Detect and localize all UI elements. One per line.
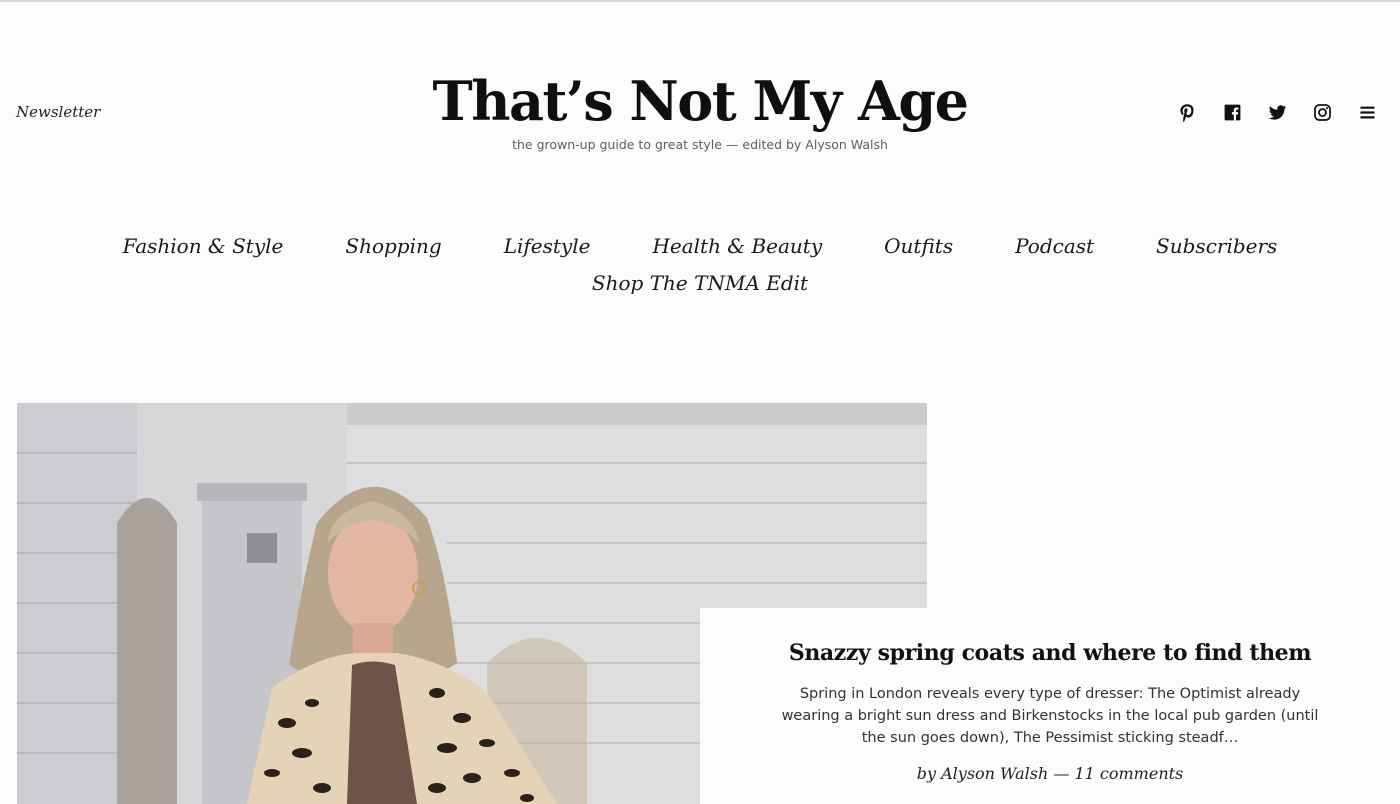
facebook-icon[interactable]	[1220, 100, 1244, 124]
site-tagline: the grown-up guide to great style — edit…	[512, 137, 888, 152]
nav-item-shopping[interactable]: Shopping	[345, 228, 441, 264]
nav-item-lifestyle[interactable]: Lifestyle	[504, 228, 591, 264]
social-links	[1175, 100, 1379, 124]
twitter-icon[interactable]	[1265, 100, 1289, 124]
menu-icon[interactable]	[1355, 100, 1379, 124]
page: Newsletter That’s Not My Age the grown-u…	[0, 0, 1400, 804]
nav-item-outfits[interactable]: Outfits	[884, 228, 953, 264]
nav-item-subscribers[interactable]: Subscribers	[1156, 228, 1277, 264]
nav-item-health-beauty[interactable]: Health & Beauty	[652, 228, 822, 264]
nav-item-podcast[interactable]: Podcast	[1015, 228, 1094, 264]
main-nav-row-2: Shop The TNMA Edit	[130, 264, 1270, 302]
top-divider	[0, 0, 1400, 2]
nav-item-shop-the-edit[interactable]: Shop The TNMA Edit	[592, 264, 808, 302]
instagram-icon[interactable]	[1310, 100, 1334, 124]
meta-separator: —	[1053, 764, 1070, 783]
post-meta: by Alyson Walsh — 11 comments	[700, 764, 1400, 783]
post-title[interactable]: Snazzy spring coats and where to find th…	[700, 640, 1400, 666]
post-comments-link[interactable]: 11 comments	[1074, 764, 1183, 783]
nav-item-fashion-style[interactable]: Fashion & Style	[123, 228, 284, 264]
pinterest-icon[interactable]	[1175, 100, 1199, 124]
featured-post-card: Snazzy spring coats and where to find th…	[700, 608, 1400, 804]
site-title[interactable]: That’s Not My Age	[433, 66, 969, 136]
main-nav: Fashion & Style Shopping Lifestyle Healt…	[123, 228, 1278, 302]
post-author[interactable]: by Alyson Walsh	[917, 764, 1049, 783]
post-excerpt: Spring in London reveals every type of d…	[781, 686, 1319, 746]
main-nav-row: Fashion & Style Shopping Lifestyle Healt…	[123, 228, 1278, 264]
